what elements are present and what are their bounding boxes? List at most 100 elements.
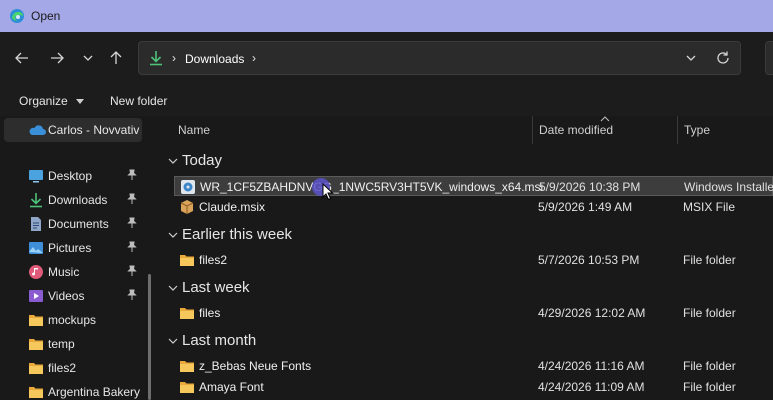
pin-icon: [127, 169, 137, 180]
file-row-bebas-neue[interactable]: z_Bebas Neue Fonts 4/24/2026 11:16 AM Fi…: [174, 356, 773, 376]
sidebar-item-label: Argentina Bakery: [48, 385, 141, 399]
up-button[interactable]: [104, 46, 128, 70]
group-header-earlier-this-week[interactable]: Earlier this week: [160, 223, 773, 247]
recent-locations-button[interactable]: [76, 46, 100, 70]
file-date: 5/9/2026 1:49 AM: [538, 200, 633, 214]
file-type: MSIX File: [683, 200, 736, 214]
folder-icon: [180, 255, 194, 266]
file-row-msix[interactable]: Claude.msix 5/9/2026 1:49 AM MSIX File: [174, 197, 773, 217]
group-header-today[interactable]: Today: [160, 149, 773, 173]
pin-icon: [127, 217, 137, 228]
folder-icon: [29, 315, 43, 326]
package-icon: [180, 200, 194, 214]
chevron-down-icon: [168, 338, 178, 344]
column-divider[interactable]: [677, 116, 678, 144]
folder-icon: [29, 387, 43, 398]
sort-ascending-icon: [600, 116, 610, 122]
chevron-down-icon: [168, 232, 178, 238]
search-input[interactable]: [765, 41, 773, 75]
chevron-down-icon[interactable]: [683, 50, 699, 66]
forward-button[interactable]: [45, 46, 69, 70]
onedrive-cloud-icon: [29, 125, 46, 135]
address-bar[interactable]: › Downloads ›: [138, 41, 741, 75]
new-folder-button[interactable]: New folder: [110, 94, 167, 108]
sidebar-item-label: Carlos - Novvativ: [48, 123, 140, 137]
file-type: File folder: [683, 306, 736, 320]
sidebar-item-label: Music: [48, 265, 80, 279]
breadcrumb-separator[interactable]: ›: [252, 51, 256, 65]
back-button[interactable]: [10, 46, 34, 70]
music-icon: [29, 265, 43, 279]
sidebar-item-videos[interactable]: Videos: [0, 284, 148, 308]
forward-arrow-icon: [51, 52, 64, 64]
file-date: 5/9/2026 10:38 PM: [539, 180, 641, 194]
sidebar-item-files2[interactable]: files2: [0, 356, 148, 380]
refresh-icon[interactable]: [715, 50, 731, 66]
documents-icon: [31, 217, 41, 231]
file-type: File folder: [683, 380, 736, 394]
file-type: File folder: [683, 359, 736, 373]
chevron-down-icon: [168, 285, 178, 291]
breadcrumb-downloads[interactable]: Downloads: [185, 52, 244, 66]
sidebar-item-music[interactable]: Music: [0, 260, 148, 284]
file-row-msi[interactable]: WR_1CF5ZBAHDNVGG_1NWC5RV3HT5VK_windows_x…: [174, 176, 773, 196]
sidebar-item-mockups[interactable]: mockups: [0, 308, 148, 332]
sidebar-item-temp[interactable]: temp: [0, 332, 148, 356]
column-header-name[interactable]: Name: [178, 123, 210, 151]
file-date: 4/29/2026 12:02 AM: [538, 306, 646, 320]
group-label: Last week: [182, 279, 250, 296]
sidebar-item-label: Pictures: [48, 241, 92, 255]
file-name: files2: [199, 253, 228, 267]
sidebar-item-desktop[interactable]: Desktop: [0, 164, 148, 188]
chevron-down-icon: [168, 158, 178, 164]
command-bar: Organize New folder: [0, 84, 773, 116]
pin-icon: [127, 193, 137, 204]
group-label: Today: [182, 152, 223, 169]
videos-icon: [29, 290, 43, 302]
navigation-bar: › Downloads ›: [0, 32, 773, 84]
organize-button[interactable]: Organize: [19, 94, 84, 108]
file-row-files2[interactable]: files2 5/7/2026 10:53 PM File folder: [174, 250, 773, 270]
sidebar-item-label: temp: [48, 337, 75, 351]
file-date: 5/7/2026 10:53 PM: [538, 253, 640, 267]
pin-icon: [127, 289, 137, 300]
organize-label: Organize: [19, 94, 68, 108]
sidebar-scrollbar[interactable]: [148, 274, 151, 400]
file-list: Name Date modified Type Today WR_1CF5ZBA…: [160, 116, 773, 400]
file-row-files[interactable]: files 4/29/2026 12:02 AM File folder: [174, 303, 773, 323]
sidebar-item-label: Videos: [48, 289, 85, 303]
pin-icon: [127, 265, 137, 276]
sidebar-item-onedrive[interactable]: Carlos - Novvativ: [4, 118, 142, 142]
sidebar-item-label: Desktop: [48, 169, 93, 183]
sidebar-item-label: files2: [48, 361, 77, 375]
folder-icon: [180, 382, 194, 393]
file-row-amaya-font[interactable]: Amaya Font 4/24/2026 11:09 AM File folde…: [174, 377, 773, 397]
file-name: files: [199, 306, 221, 320]
pin-icon: [127, 241, 137, 252]
sidebar-item-downloads[interactable]: Downloads: [0, 188, 148, 212]
mouse-cursor-icon: [312, 178, 334, 201]
file-name: Claude.msix: [199, 200, 266, 214]
sidebar-item-argentina-bakery[interactable]: Argentina Bakery: [0, 380, 148, 400]
group-header-last-month[interactable]: Last month: [160, 329, 773, 353]
sidebar-item-label: mockups: [48, 313, 97, 327]
sidebar-item-pictures[interactable]: Pictures: [0, 236, 148, 260]
column-header-date[interactable]: Date modified: [539, 123, 613, 151]
column-divider[interactable]: [532, 116, 533, 144]
file-name: z_Bebas Neue Fonts: [199, 359, 312, 373]
breadcrumb-separator[interactable]: ›: [172, 51, 176, 65]
up-arrow-icon: [110, 51, 122, 64]
window-title: Open: [31, 9, 61, 23]
file-name: WR_1CF5ZBAHDNVGG_1NWC5RV3HT5VK_windows_x…: [200, 180, 544, 194]
file-date: 4/24/2026 11:16 AM: [538, 359, 645, 373]
column-header-type[interactable]: Type: [684, 123, 710, 151]
desktop-icon: [29, 170, 43, 183]
group-header-last-week[interactable]: Last week: [160, 276, 773, 300]
download-icon: [30, 193, 42, 208]
sidebar-item-documents[interactable]: Documents: [0, 212, 148, 236]
folder-icon: [180, 308, 194, 319]
chevron-down-icon: [75, 99, 84, 105]
sidebar-item-label: Downloads: [48, 193, 108, 207]
group-label: Earlier this week: [182, 226, 293, 243]
folder-icon: [29, 339, 43, 350]
